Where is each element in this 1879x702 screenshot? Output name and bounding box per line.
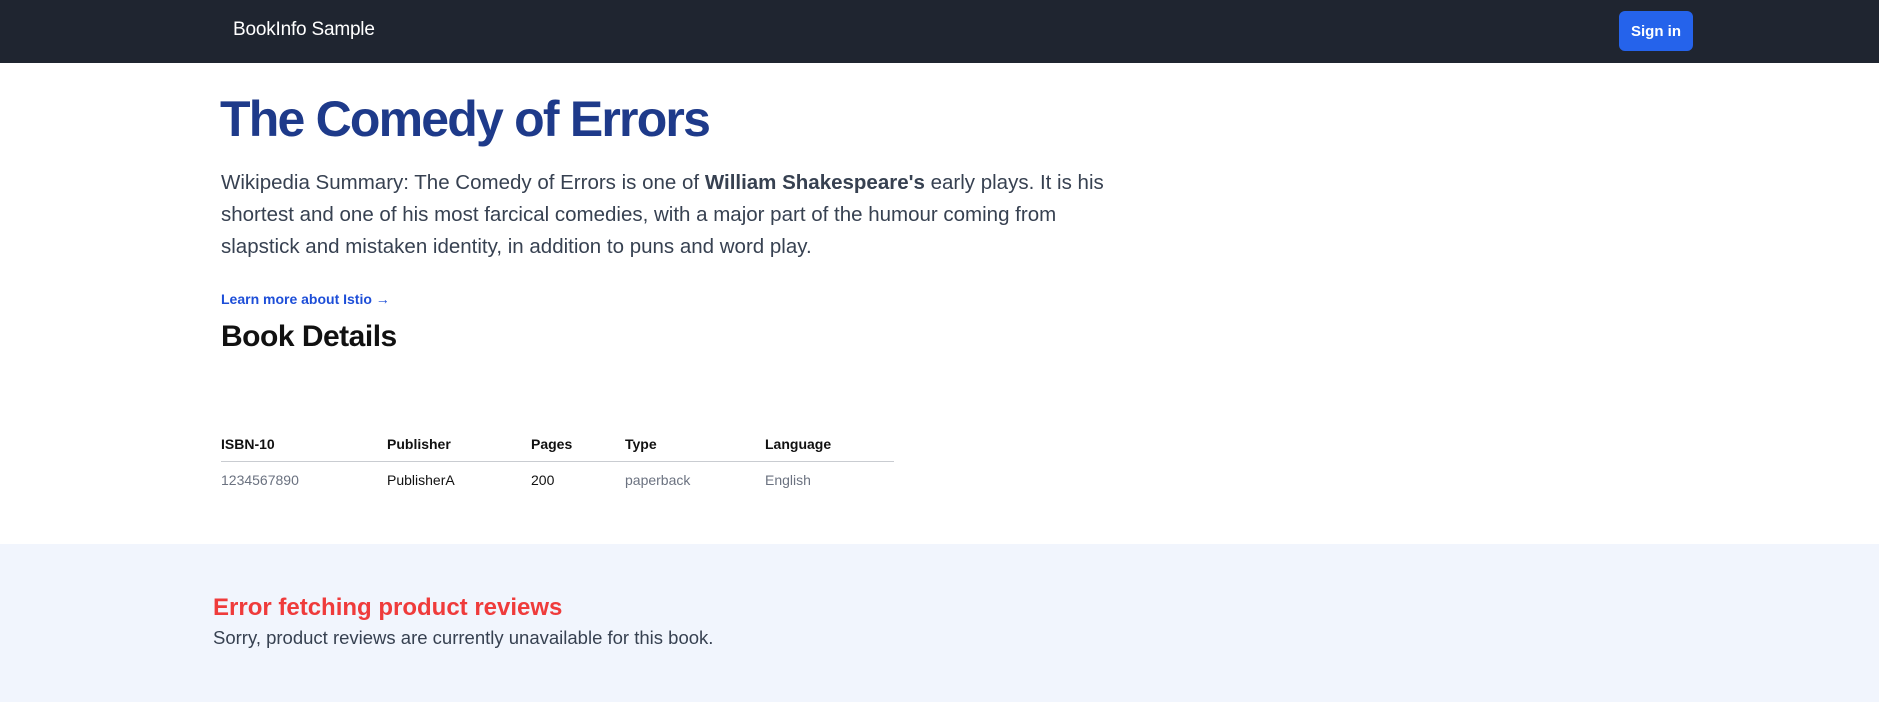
cell-pages: 200 (531, 471, 555, 488)
book-details-table: ISBN-10 Publisher Pages Type Language 12… (221, 428, 894, 499)
column-header-type: Type (625, 428, 765, 462)
brand-name[interactable]: BookInfo Sample (233, 19, 375, 41)
column-header-isbn: ISBN-10 (221, 428, 387, 462)
column-header-pages: Pages (531, 428, 625, 462)
book-summary: Wikipedia Summary: The Comedy of Errors … (221, 167, 1121, 263)
reviews-section: Error fetching product reviews Sorry, pr… (0, 544, 1879, 702)
book-title: The Comedy of Errors (220, 91, 711, 147)
summary-author: William Shakespeare's (704, 171, 925, 194)
cell-publisher: PublisherA (387, 471, 455, 488)
reviews-error-title: Error fetching product reviews (213, 594, 563, 621)
reviews-error-message: Sorry, product reviews are currently una… (213, 627, 714, 648)
book-details-heading: Book Details (221, 320, 397, 353)
summary-prefix: Wikipedia Summary: The Comedy of Errors … (221, 171, 705, 194)
learn-more-link[interactable]: Learn more about Istio → (221, 291, 390, 307)
column-header-publisher: Publisher (387, 428, 531, 462)
sign-in-button[interactable]: Sign in (1619, 11, 1693, 51)
cell-isbn: 1234567890 (221, 471, 299, 488)
table-header-row: ISBN-10 Publisher Pages Type Language (221, 428, 894, 462)
table-row: 1234567890 PublisherA 200 paperback Engl… (221, 461, 894, 499)
cell-language: English (765, 471, 811, 488)
cell-type: paperback (625, 471, 691, 488)
column-header-language: Language (765, 428, 894, 462)
top-navbar: BookInfo Sample Sign in (0, 0, 1879, 63)
